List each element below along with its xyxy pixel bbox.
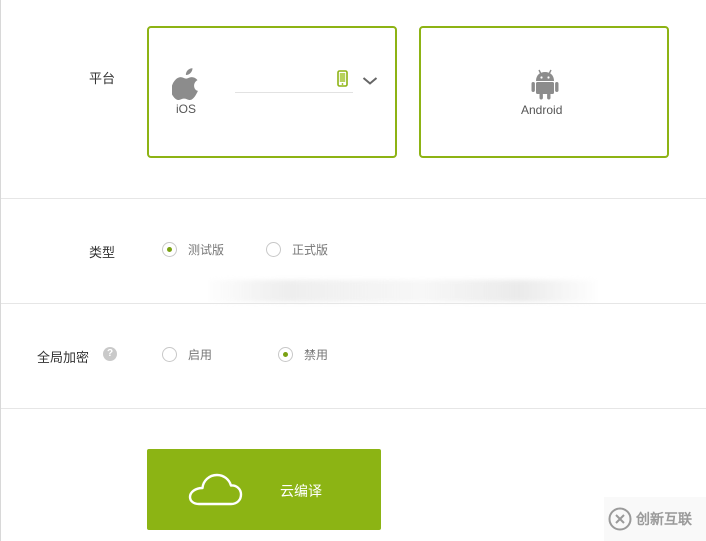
phone-icon — [337, 70, 348, 87]
encryption-option-disable[interactable]: 禁用 — [278, 346, 328, 363]
apple-icon — [172, 68, 198, 100]
blurred-text — [209, 280, 597, 302]
cloud-compile-label: 云编译 — [280, 483, 322, 499]
radio-button[interactable] — [278, 347, 293, 362]
watermark-text: 创新互联 — [636, 511, 692, 527]
radio-dot — [167, 247, 172, 252]
logo-icon — [608, 507, 632, 531]
device-select-underline — [235, 92, 353, 93]
cloud-icon — [188, 473, 243, 506]
encryption-option-enable-label: 启用 — [188, 348, 213, 362]
chevron-down-icon[interactable] — [362, 76, 378, 86]
android-label: Android — [521, 103, 563, 117]
radio-button[interactable] — [162, 242, 177, 257]
divider — [1, 303, 706, 304]
encryption-option-enable[interactable]: 启用 — [162, 346, 212, 363]
radio-button[interactable] — [162, 347, 177, 362]
help-icon[interactable]: ? — [103, 347, 117, 361]
type-option-beta[interactable]: 测试版 — [162, 241, 224, 258]
platform-card-ios[interactable]: iOS — [147, 26, 397, 158]
radio-dot — [283, 352, 288, 357]
divider — [1, 198, 706, 199]
platform-label: 平台 — [89, 71, 116, 86]
platform-card-android[interactable]: Android — [419, 26, 669, 158]
ios-label: iOS — [176, 102, 197, 116]
type-option-release[interactable]: 正式版 — [266, 241, 328, 258]
radio-button[interactable] — [266, 242, 281, 257]
watermark-logo: 创新互联 — [604, 497, 706, 541]
divider — [1, 408, 706, 409]
type-option-beta-label: 测试版 — [188, 243, 225, 257]
type-option-release-label: 正式版 — [292, 243, 329, 257]
encryption-label: 全局加密 — [37, 350, 90, 365]
device-select[interactable] — [235, 64, 385, 94]
encryption-option-disable-label: 禁用 — [304, 348, 329, 362]
android-icon — [531, 69, 559, 100]
build-config-panel: 平台 iOS Android 类型 测试版 正式版 全局加密 ? 启用 禁用 云… — [0, 0, 706, 541]
type-label: 类型 — [89, 245, 116, 260]
cloud-compile-button[interactable]: 云编译 — [147, 449, 381, 530]
